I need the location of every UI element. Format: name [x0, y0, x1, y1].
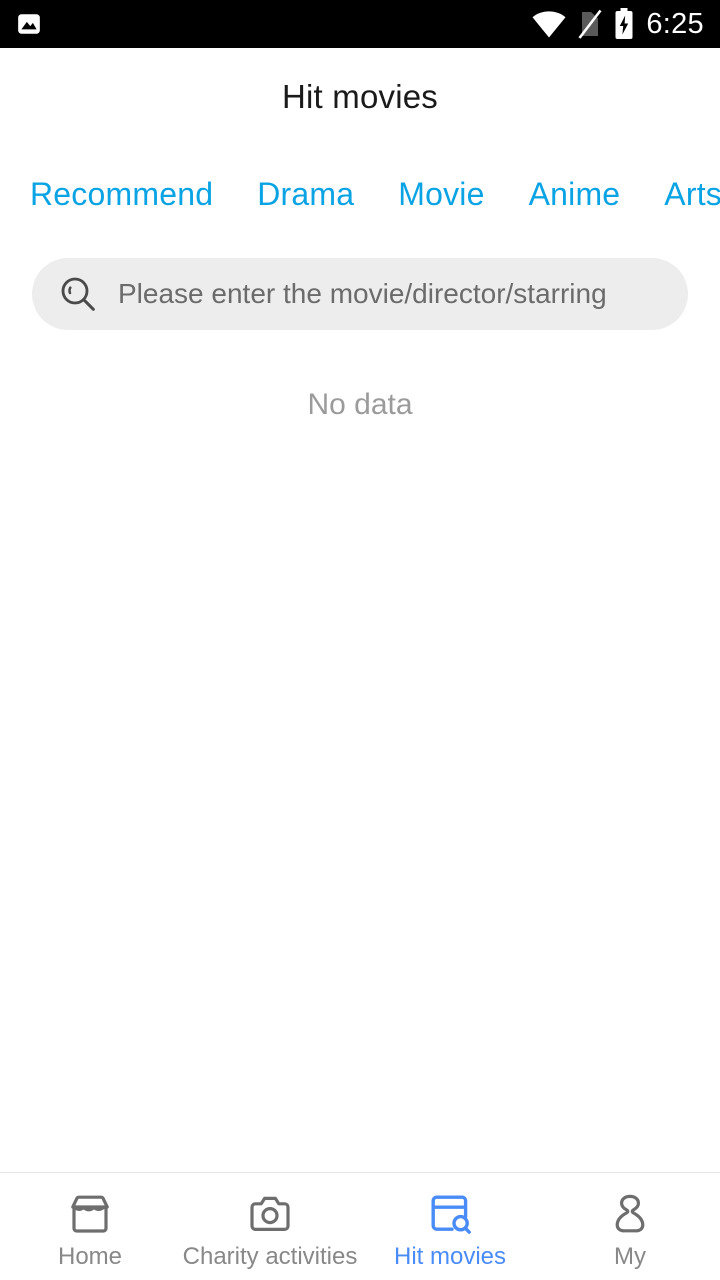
status-bar-left: [16, 11, 42, 37]
search-input[interactable]: [116, 257, 688, 331]
status-bar: 6:25: [0, 0, 720, 48]
content-area: No data: [0, 330, 720, 1172]
no-sim-icon: [578, 9, 602, 39]
category-tab-movie[interactable]: Movie: [398, 176, 484, 213]
photo-notification-icon: [18, 14, 40, 34]
status-bar-right: 6:25: [532, 8, 704, 40]
app-header: Hit movies: [0, 48, 720, 146]
nav-item-my[interactable]: My: [540, 1173, 720, 1280]
nav-label-charity-activities: Charity activities: [182, 1242, 358, 1270]
wifi-icon: [532, 10, 566, 37]
nav-label-home: Home: [57, 1242, 123, 1270]
search-bar-container[interactable]: [32, 257, 688, 331]
bottom-navigation-bar[interactable]: Home Charity activities Hit movies My: [0, 1172, 720, 1280]
nav-item-charity-activities[interactable]: Charity activities: [180, 1173, 360, 1280]
nav-item-home[interactable]: Home: [0, 1173, 180, 1280]
nav-label-hit-movies: Hit movies: [393, 1242, 507, 1270]
nav-label-my: My: [614, 1242, 646, 1270]
category-tab-recommend[interactable]: Recommend: [30, 176, 213, 213]
page-title: Hit movies: [281, 78, 439, 115]
empty-state-message: No data: [307, 388, 413, 421]
empty-state: No data: [0, 388, 720, 422]
category-tab-anime[interactable]: Anime: [529, 176, 621, 213]
category-tab-arts[interactable]: Arts: [664, 176, 720, 213]
window-search-icon: [431, 1195, 471, 1234]
nav-item-hit-movies[interactable]: Hit movies: [360, 1173, 540, 1280]
category-tab-drama[interactable]: Drama: [257, 176, 354, 213]
status-bar-clock: 6:25: [646, 7, 704, 40]
camera-icon: [250, 1196, 290, 1231]
user-person-icon: [615, 1194, 645, 1232]
category-tab-bar[interactable]: Recommend Drama Movie Anime Arts: [0, 146, 720, 242]
battery-charging-icon: [615, 8, 633, 39]
search-icon: [61, 277, 95, 311]
archive-box-icon: [71, 1195, 109, 1233]
search-box[interactable]: [32, 257, 688, 331]
